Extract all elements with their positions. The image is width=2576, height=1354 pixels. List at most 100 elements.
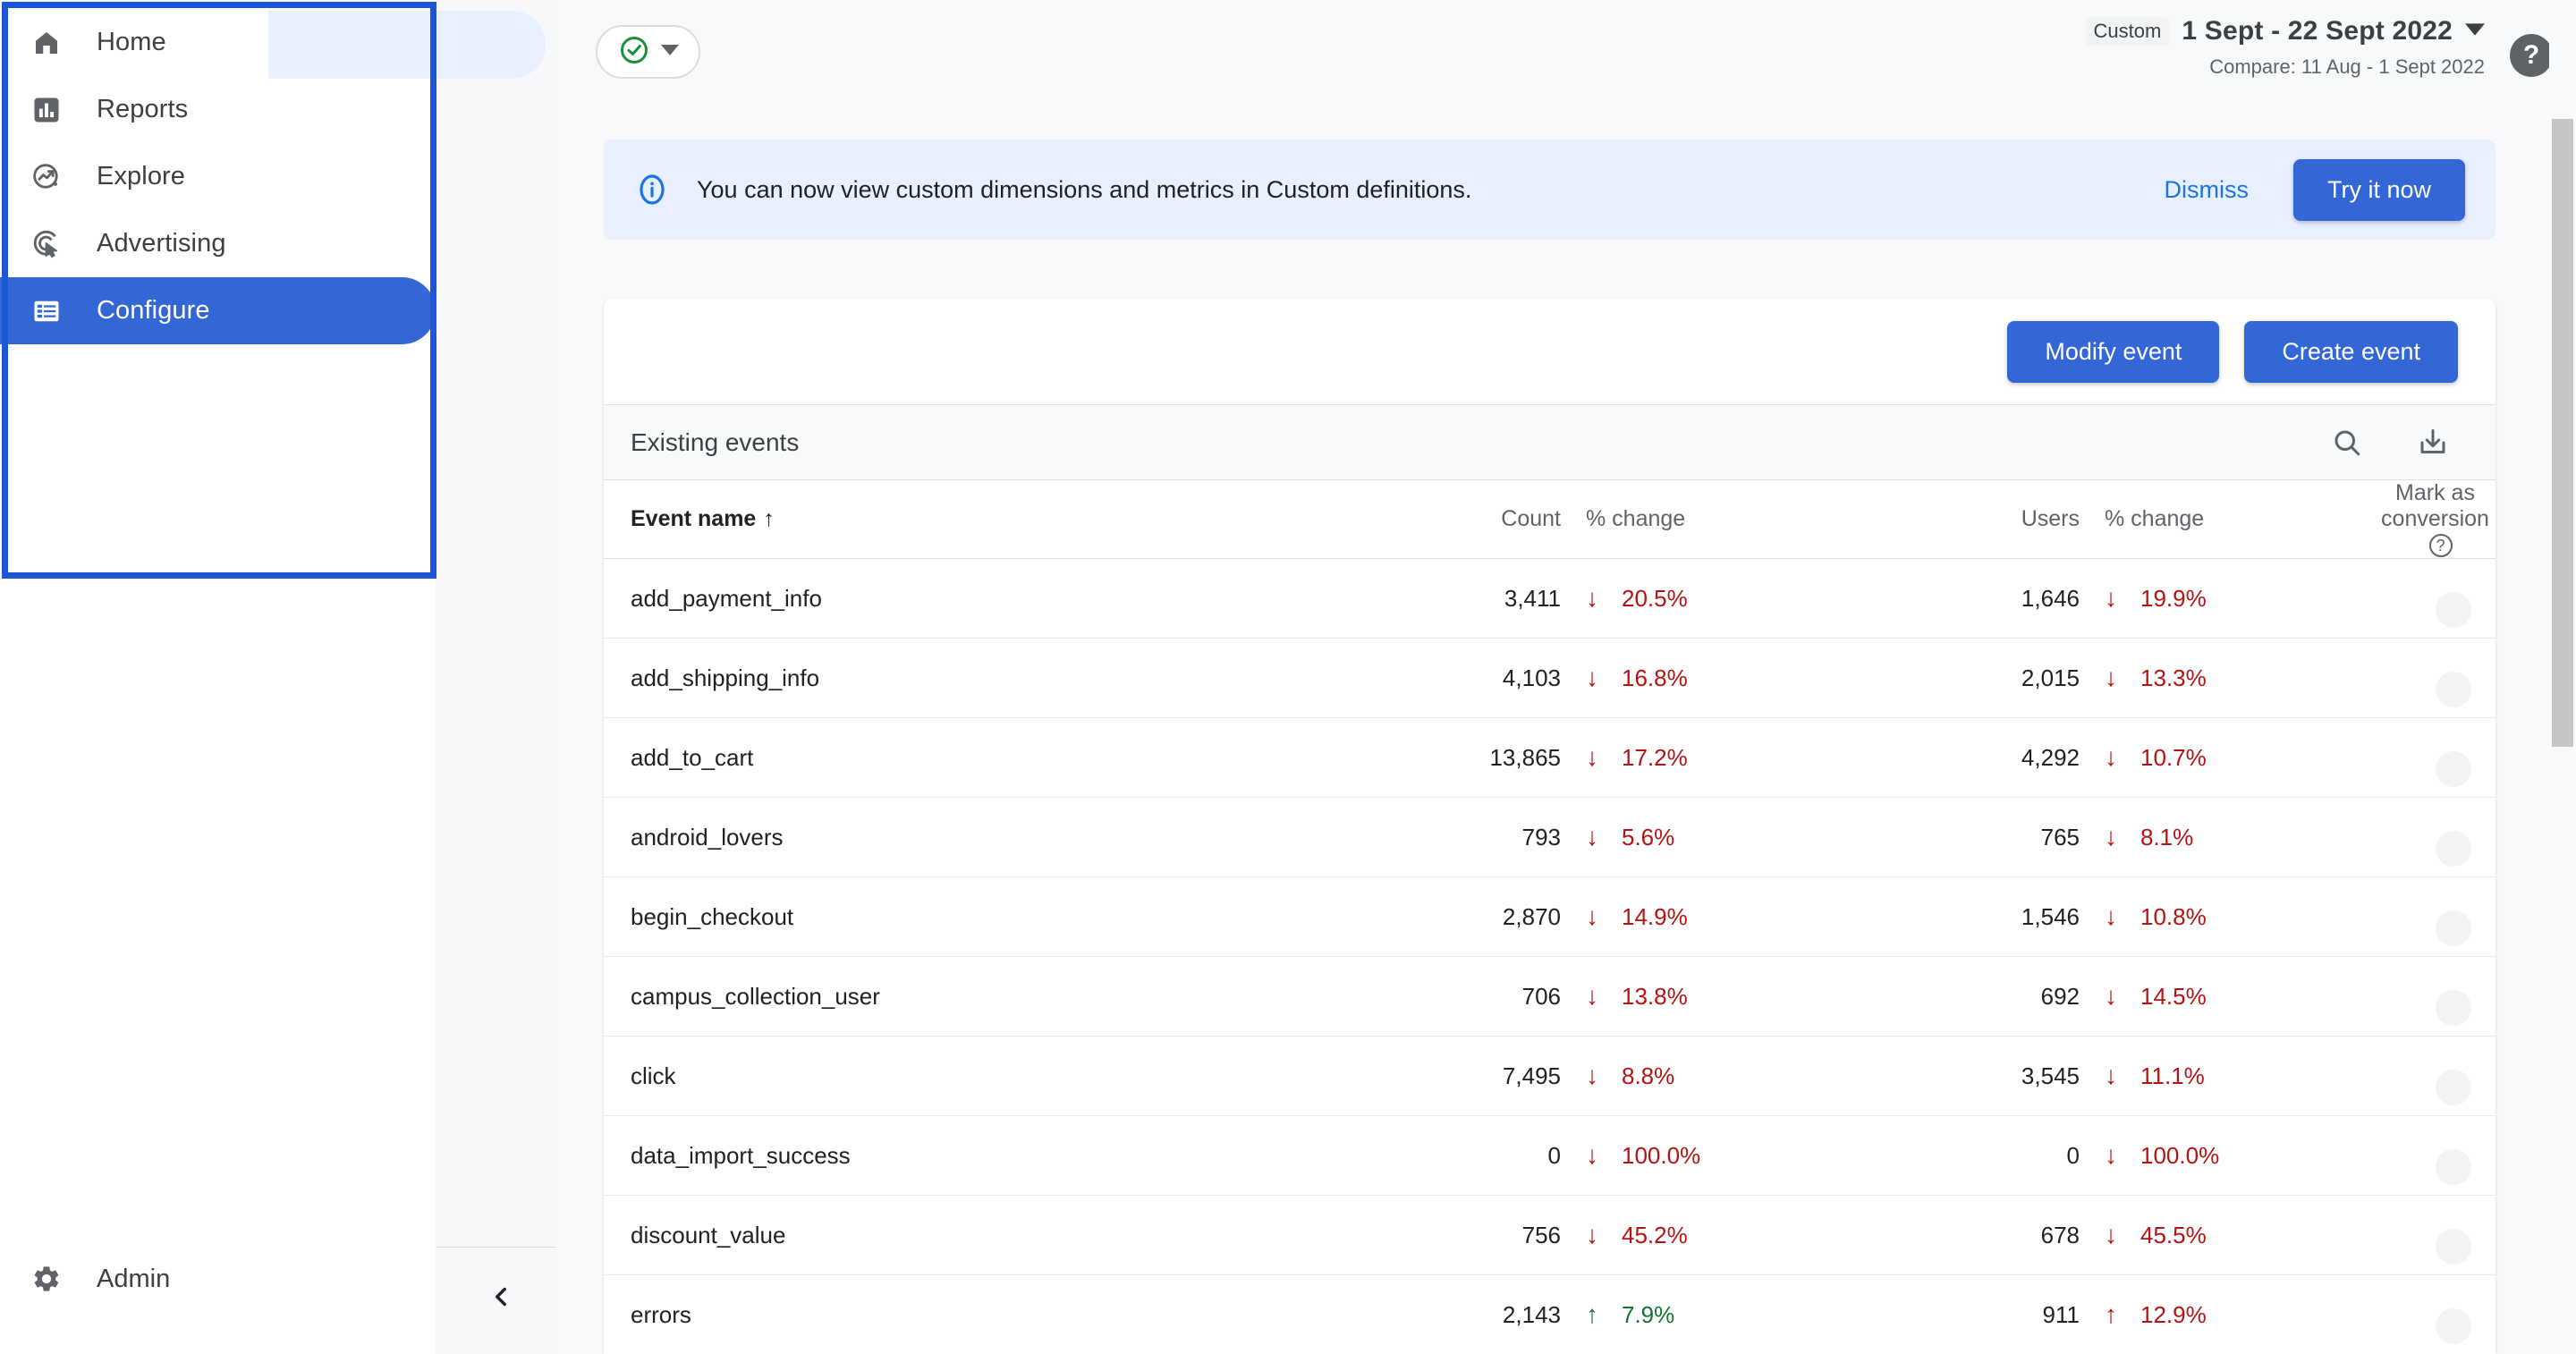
secondary-panel xyxy=(436,0,556,1354)
info-icon xyxy=(634,172,670,207)
table-cell-event-name: click xyxy=(604,1037,1328,1116)
change-value: 7.9% xyxy=(1622,1301,1674,1329)
table-cell-change: ↓45.5% xyxy=(2080,1196,2375,1275)
try-it-now-button[interactable]: Try it now xyxy=(2293,159,2465,221)
table-cell-users: 1,646 xyxy=(1856,559,2080,639)
table-cell-count: 756 xyxy=(1328,1196,1561,1275)
date-compare-label: Compare: 11 Aug - 1 Sept 2022 xyxy=(2086,55,2485,79)
column-header-users[interactable]: Users xyxy=(1856,480,2080,559)
sidebar-item-label: Home xyxy=(97,28,166,57)
table-row[interactable]: add_shipping_info4,103↓16.8%2,015↓13.3% xyxy=(604,639,2496,718)
change-value: 17.2% xyxy=(1622,744,1688,772)
table-cell-count: 13,865 xyxy=(1328,718,1561,798)
page-scrollbar-thumb[interactable] xyxy=(2552,119,2573,747)
download-icon[interactable] xyxy=(2410,419,2456,466)
table-cell-count: 793 xyxy=(1328,798,1561,877)
table-cell-change: ↓5.6% xyxy=(1561,798,1856,877)
help-icon[interactable]: ? xyxy=(2510,34,2553,77)
table-header: Event name↑ Count % change Users % chang… xyxy=(604,480,2496,559)
table-cell-change: ↓20.5% xyxy=(1561,559,1856,639)
explore-icon xyxy=(27,157,66,197)
arrow-down-icon: ↓ xyxy=(2105,825,2117,850)
help-glyph: ? xyxy=(2523,40,2539,71)
change-value: 8.1% xyxy=(2140,824,2193,851)
column-header-mark-as-conversion: Mark as conversion? xyxy=(2375,480,2496,559)
column-header-count-change[interactable]: % change xyxy=(1561,480,1856,559)
search-icon[interactable] xyxy=(2324,419,2370,466)
chevron-down-icon xyxy=(2465,20,2485,44)
create-event-button[interactable]: Create event xyxy=(2244,321,2458,383)
table-cell-conversion xyxy=(2375,639,2496,718)
column-label-mark-as-conversion: Mark as conversion xyxy=(2381,480,2489,531)
collapse-panel-button[interactable] xyxy=(474,1270,528,1324)
arrow-down-icon: ↓ xyxy=(2105,904,2117,929)
events-table: Event name↑ Count % change Users % chang… xyxy=(604,480,2496,1354)
arrow-down-icon: ↓ xyxy=(2105,665,2117,690)
sidebar-item-admin[interactable]: Admin xyxy=(0,1248,436,1310)
sidebar-item-explore[interactable]: Explore xyxy=(0,143,436,210)
table-row[interactable]: android_lovers793↓5.6%765↓8.1% xyxy=(604,798,2496,877)
column-header-users-change[interactable]: % change xyxy=(2080,480,2375,559)
arrow-down-icon: ↓ xyxy=(1586,904,1598,929)
table-cell-change: ↓100.0% xyxy=(2080,1116,2375,1196)
arrow-down-icon: ↓ xyxy=(2105,1063,2117,1088)
arrow-down-icon: ↓ xyxy=(1586,1223,1598,1248)
table-cell-event-name: add_payment_info xyxy=(604,559,1328,639)
change-value: 100.0% xyxy=(2140,1142,2219,1170)
date-preset-label: Custom xyxy=(2086,17,2170,46)
arrow-up-icon: ↑ xyxy=(1586,1302,1598,1327)
arrow-down-icon: ↓ xyxy=(1586,665,1598,690)
table-toolbar: Existing events xyxy=(604,404,2496,480)
table-row[interactable]: add_to_cart13,865↓17.2%4,292↓10.7% xyxy=(604,718,2496,798)
sidebar-item-reports[interactable]: Reports xyxy=(0,76,436,143)
sidebar-item-label: Reports xyxy=(97,95,188,124)
table-cell-count: 0 xyxy=(1328,1116,1561,1196)
column-header-event-name[interactable]: Event name↑ xyxy=(604,480,1328,559)
column-header-count[interactable]: Count xyxy=(1328,480,1561,559)
table-cell-users: 692 xyxy=(1856,957,2080,1037)
modify-event-button[interactable]: Modify event xyxy=(2007,321,2219,383)
chevron-left-icon xyxy=(486,1282,516,1312)
date-range-selector[interactable]: Custom 1 Sept - 22 Sept 2022 Compare: 11… xyxy=(2086,16,2485,79)
page-scrollbar-track[interactable] xyxy=(2549,0,2576,1354)
table-cell-count: 4,103 xyxy=(1328,639,1561,718)
change-value: 5.6% xyxy=(1622,824,1674,851)
property-status-chip[interactable] xyxy=(596,25,700,79)
table-cell-change: ↓11.1% xyxy=(2080,1037,2375,1116)
table-cell-conversion xyxy=(2375,798,2496,877)
table-cell-users: 1,546 xyxy=(1856,877,2080,957)
table-row[interactable]: begin_checkout2,870↓14.9%1,546↓10.8% xyxy=(604,877,2496,957)
table-row[interactable]: errors2,143↑7.9%911↑12.9% xyxy=(604,1275,2496,1354)
arrow-down-icon: ↓ xyxy=(1586,1063,1598,1088)
table-cell-users: 0 xyxy=(1856,1116,2080,1196)
dismiss-button[interactable]: Dismiss xyxy=(2164,176,2249,204)
change-value: 13.8% xyxy=(1622,983,1688,1011)
bar-chart-icon xyxy=(27,90,66,130)
table-cell-event-name: begin_checkout xyxy=(604,877,1328,957)
sidebar-item-configure[interactable]: Configure xyxy=(0,277,436,344)
table-header-row: Event name↑ Count % change Users % chang… xyxy=(604,480,2496,559)
table-body: add_payment_info3,411↓20.5%1,646↓19.9%ad… xyxy=(604,559,2496,1354)
change-value: 45.5% xyxy=(2140,1222,2207,1249)
help-icon[interactable]: ? xyxy=(2429,534,2453,557)
advertising-icon xyxy=(27,224,66,264)
sort-ascending-icon: ↑ xyxy=(763,506,775,531)
table-row[interactable]: campus_collection_user706↓13.8%692↓14.5% xyxy=(604,957,2496,1037)
table-row[interactable]: discount_value756↓45.2%678↓45.5% xyxy=(604,1196,2496,1275)
table-cell-change: ↓13.3% xyxy=(2080,639,2375,718)
arrow-down-icon: ↓ xyxy=(2105,984,2117,1009)
table-cell-change: ↓10.8% xyxy=(2080,877,2375,957)
change-value: 12.9% xyxy=(2140,1301,2207,1329)
sidebar-item-advertising[interactable]: Advertising xyxy=(0,210,436,277)
sidebar-item-admin-label: Admin xyxy=(97,1265,170,1294)
sidebar: Home Reports ExploreAdvertisingConfigure A… xyxy=(0,0,436,1354)
table-cell-conversion xyxy=(2375,1275,2496,1354)
table-cell-conversion xyxy=(2375,1037,2496,1116)
table-row[interactable]: click7,495↓8.8%3,545↓11.1% xyxy=(604,1037,2496,1116)
table-row[interactable]: data_import_success0↓100.0%0↓100.0% xyxy=(604,1116,2496,1196)
table-cell-users: 3,545 xyxy=(1856,1037,2080,1116)
table-row[interactable]: add_payment_info3,411↓20.5%1,646↓19.9% xyxy=(604,559,2496,639)
table-cell-change: ↑12.9% xyxy=(2080,1275,2375,1354)
change-value: 16.8% xyxy=(1622,664,1688,692)
change-value: 14.5% xyxy=(2140,983,2207,1011)
